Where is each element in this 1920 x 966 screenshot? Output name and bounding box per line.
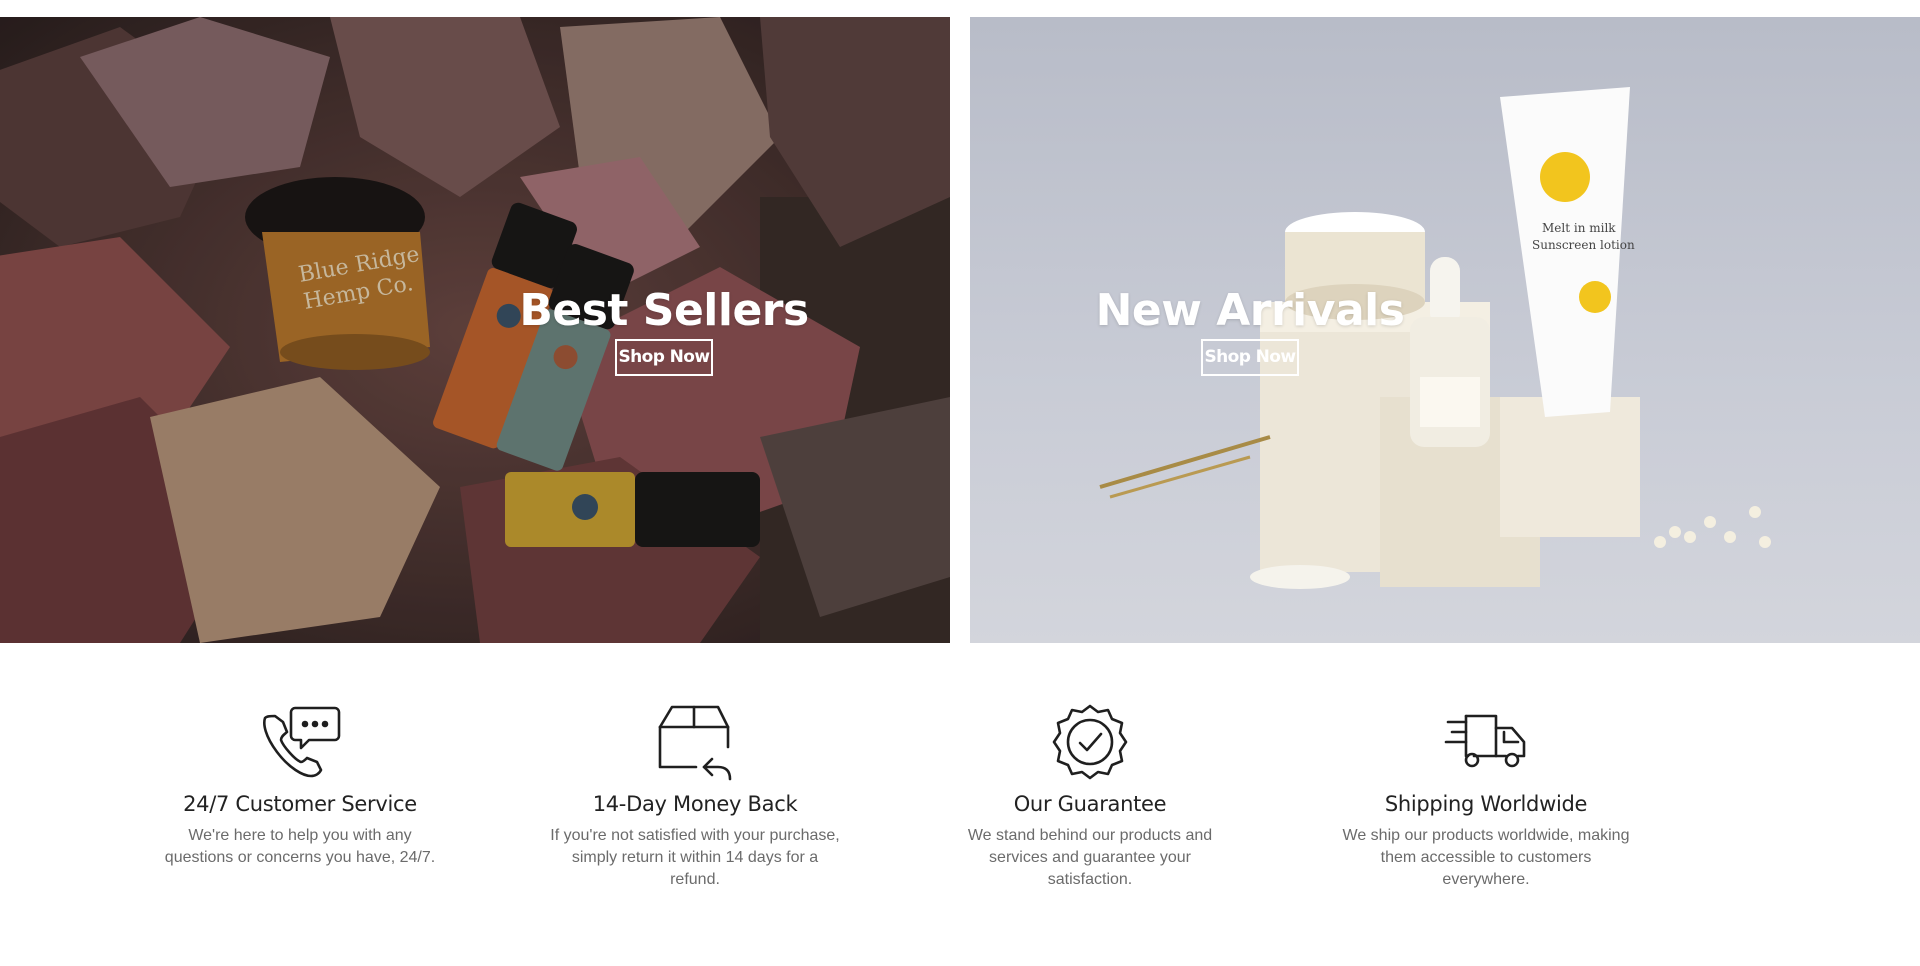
feature-description: We ship our products worldwide, making t… <box>1342 827 1630 888</box>
new-arrivals-shop-now-button[interactable]: Shop Now <box>1200 339 1300 376</box>
delivery-truck-icon <box>1441 700 1531 784</box>
promo-banners: Blue Ridge Hemp Co. Best Sellers Shop No… <box>0 17 1920 643</box>
feature-title: Our Guarantee <box>1013 792 1167 816</box>
svg-text:Melt in milk: Melt in milk <box>1542 221 1616 235</box>
feature-description: We're here to help you with any question… <box>164 827 436 866</box>
box-return-icon <box>650 700 740 784</box>
new-arrivals-banner[interactable]: Melt in milk Sunscreen lotion New Arriva… <box>970 17 1920 643</box>
new-arrivals-overlay: New Arrivals Shop Now <box>1096 286 1405 376</box>
feature-shipping: Shipping Worldwide We ship our products … <box>1336 700 1636 891</box>
feature-guarantee: Our Guarantee We stand behind our produc… <box>940 700 1240 891</box>
new-arrivals-title: New Arrivals <box>1095 285 1405 336</box>
feature-money-back: 14-Day Money Back If you're not satisfie… <box>545 700 845 891</box>
page: Blue Ridge Hemp Co. Best Sellers Shop No… <box>0 0 1920 966</box>
best-sellers-title: Best Sellers <box>519 285 809 336</box>
feature-customer-service: 24/7 Customer Service We're here to help… <box>150 700 450 869</box>
best-sellers-shop-now-button[interactable]: Shop Now <box>614 339 714 376</box>
best-sellers-banner[interactable]: Blue Ridge Hemp Co. Best Sellers Shop No… <box>0 17 950 643</box>
feature-title: Shipping Worldwide <box>1384 792 1588 816</box>
feature-description: We stand behind our products and service… <box>967 827 1213 888</box>
best-sellers-overlay: Best Sellers Shop Now <box>519 286 809 376</box>
feature-title: 24/7 Customer Service <box>183 792 417 816</box>
feature-title: 14-Day Money Back <box>592 792 798 816</box>
svg-text:Sunscreen lotion: Sunscreen lotion <box>1532 238 1635 252</box>
store-features: 24/7 Customer Service We're here to help… <box>150 700 1750 940</box>
feature-description: If you're not satisfied with your purcha… <box>550 827 840 888</box>
badge-check-icon <box>1045 700 1135 784</box>
phone-chat-icon <box>255 700 345 784</box>
